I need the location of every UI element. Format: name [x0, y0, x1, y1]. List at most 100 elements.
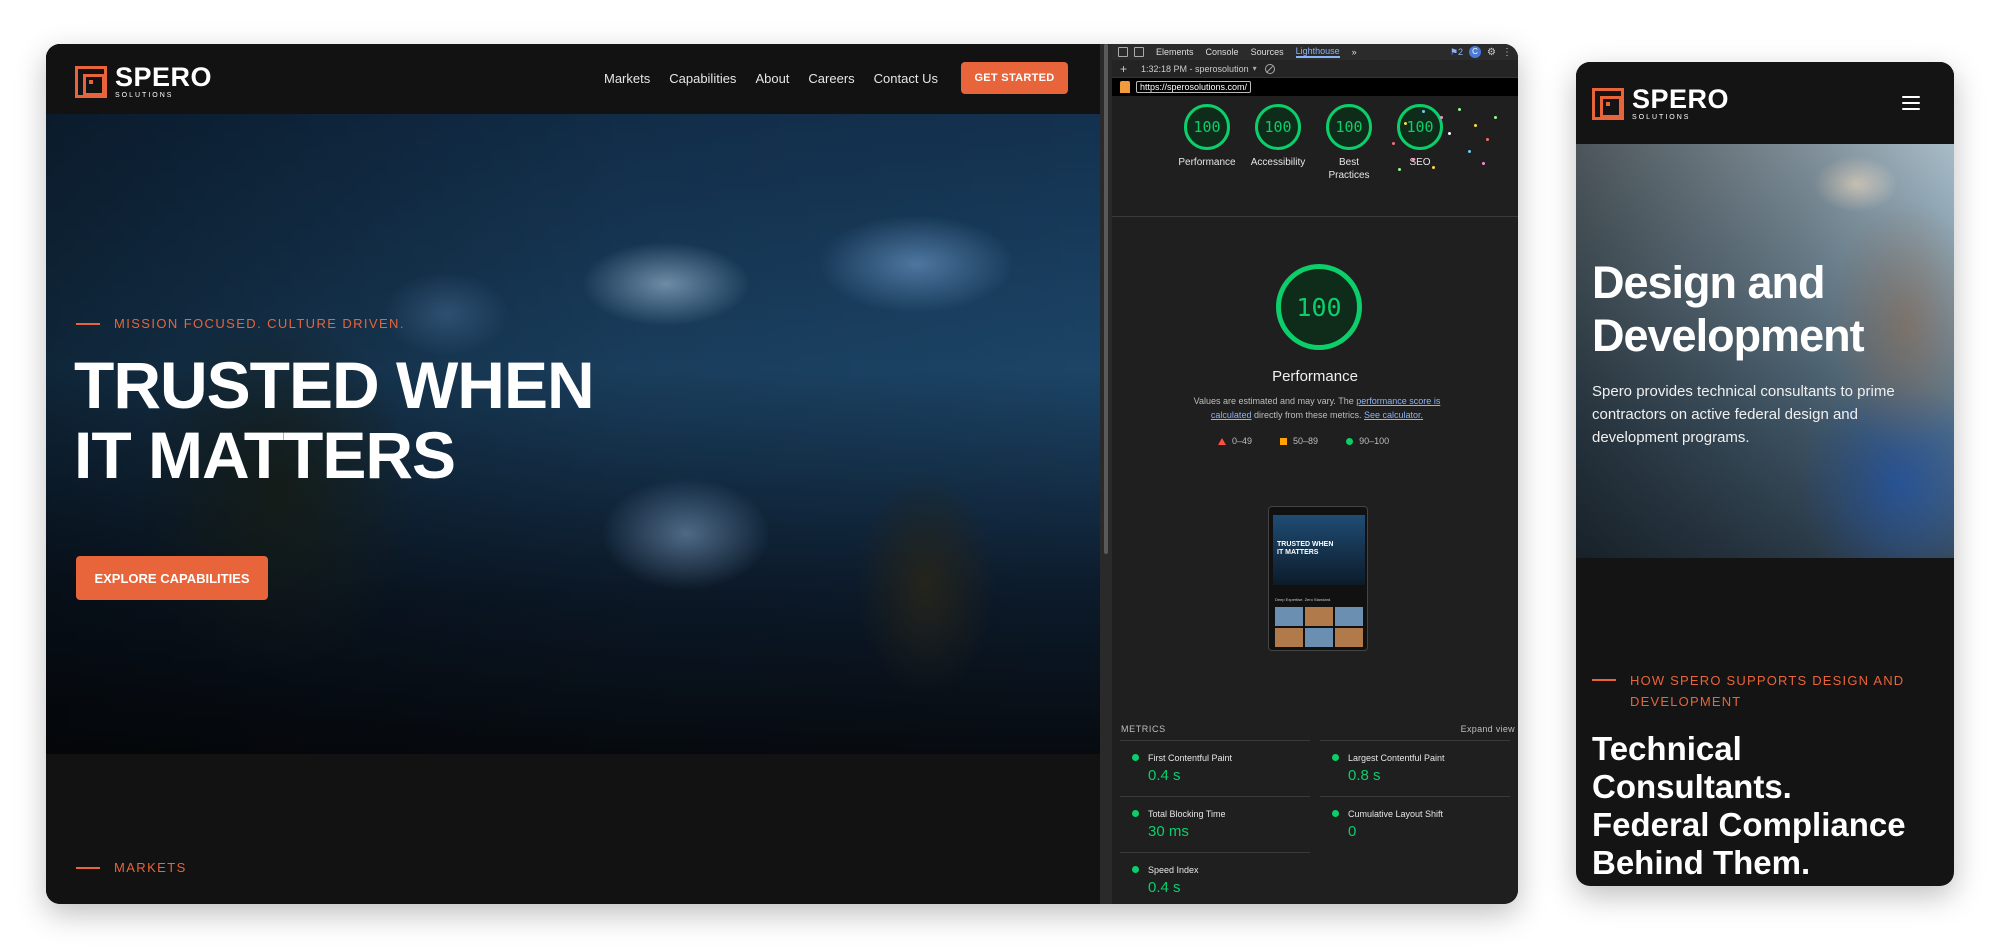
- hero-tagline: MISSION FOCUSED. CULTURE DRIVEN.: [76, 316, 405, 331]
- gauge-best-practices[interactable]: 100 Best Practices: [1326, 104, 1372, 182]
- inspect-element-icon[interactable]: [1118, 47, 1128, 57]
- spero-logo[interactable]: SPERO SOLUTIONS: [75, 64, 212, 99]
- pass-circle-icon: [1346, 437, 1354, 445]
- chevron-down-icon[interactable]: ▾: [1253, 64, 1257, 73]
- average-square-icon: [1280, 437, 1288, 445]
- explore-capabilities-button[interactable]: EXPLORE CAPABILITIES: [76, 556, 268, 600]
- new-report-plus-icon[interactable]: +: [1120, 62, 1127, 76]
- metric-value: 0.8 s: [1348, 767, 1381, 784]
- hero-title-line-1: TRUSTED WHEN: [74, 348, 595, 422]
- tab-lighthouse[interactable]: Lighthouse: [1295, 46, 1340, 58]
- markets-label: MARKETS: [114, 860, 187, 875]
- mobile-heading-line-3: Federal Compliance: [1592, 806, 1906, 843]
- main-nav: Markets Capabilities About Careers Conta…: [604, 71, 938, 86]
- devtools-tab-bar: Elements Console Sources Lighthouse » ⚑2…: [1112, 44, 1518, 60]
- devtools-divider: [1112, 216, 1518, 217]
- performance-description: Values are estimated and may vary. The p…: [1182, 394, 1452, 422]
- performance-heading: Performance: [1272, 368, 1358, 385]
- report-selector[interactable]: 1:32:18 PM - sperosolution: [1141, 64, 1249, 74]
- tab-sources[interactable]: Sources: [1251, 47, 1284, 57]
- pass-circle-icon: [1132, 866, 1139, 873]
- issues-badge[interactable]: ⚑2: [1450, 47, 1463, 58]
- spero-logo-icon: [1592, 87, 1624, 120]
- report-url-bar: https://sperosolutions.com/: [1112, 78, 1518, 96]
- tab-console[interactable]: Console: [1206, 47, 1239, 57]
- markets-section-label: MARKETS: [76, 860, 187, 875]
- gauge-accessibility[interactable]: 100 Accessibility: [1251, 104, 1305, 182]
- metric-value: 30 ms: [1148, 823, 1189, 840]
- metric-value: 0.4 s: [1148, 767, 1181, 784]
- logo-subtitle: SOLUTIONS: [1632, 114, 1691, 121]
- gauge-best-practices-score: 100: [1326, 104, 1372, 150]
- website-viewport: SPERO SOLUTIONS Markets Capabilities Abo…: [46, 44, 1100, 904]
- gauge-accessibility-label: Accessibility: [1250, 157, 1306, 168]
- final-screenshot-thumbnail[interactable]: TRUSTED WHEN IT MATTERS Deep Expertise. …: [1268, 506, 1368, 651]
- logo-subtitle: SOLUTIONS: [115, 92, 174, 99]
- pass-circle-icon: [1132, 810, 1139, 817]
- lighthouse-icon: [1120, 81, 1130, 93]
- nav-link-careers[interactable]: Careers: [808, 71, 854, 86]
- tab-elements[interactable]: Elements: [1156, 47, 1194, 57]
- thumbnail-title-line-1: TRUSTED WHEN: [1277, 541, 1334, 548]
- mobile-subheading: HOW SPERO SUPPORTS DESIGN AND DEVELOPMEN…: [1592, 670, 1932, 712]
- mobile-hero-description: Spero provides technical consultants to …: [1592, 383, 1895, 446]
- mobile-header: SPERO SOLUTIONS: [1576, 62, 1954, 144]
- thumbnail-caption: Deep Expertise. Zero Standard.: [1275, 597, 1332, 602]
- hamburger-menu-icon[interactable]: [1902, 96, 1920, 110]
- logo-name: SPERO: [1632, 84, 1730, 114]
- thumbnail-title: TRUSTED WHEN IT MATTERS: [1277, 541, 1333, 557]
- nav-link-markets[interactable]: Markets: [604, 71, 650, 86]
- markets-dash: [76, 866, 100, 869]
- legend-high: 90–100: [1359, 436, 1390, 446]
- metric-name: Speed Index: [1148, 865, 1199, 875]
- mobile-device-frame: SPERO SOLUTIONS Design and Development S…: [1576, 62, 1954, 886]
- mobile-hero-section: Design and Development Spero provides te…: [1576, 144, 1954, 558]
- gauge-accessibility-score: 100: [1255, 104, 1301, 150]
- metric-name: Largest Contentful Paint: [1348, 753, 1445, 763]
- desktop-browser-window: SPERO SOLUTIONS Markets Capabilities Abo…: [46, 44, 1518, 904]
- hero-tagline-text: MISSION FOCUSED. CULTURE DRIVEN.: [114, 316, 405, 331]
- nav-link-contact-us[interactable]: Contact Us: [874, 71, 938, 86]
- metric-name: Cumulative Layout Shift: [1348, 809, 1444, 819]
- see-calculator-link[interactable]: See calculator.: [1364, 410, 1423, 420]
- more-tabs-icon[interactable]: »: [1352, 47, 1357, 57]
- mobile-subheading-text: HOW SPERO SUPPORTS DESIGN AND DEVELOPMEN…: [1630, 673, 1905, 709]
- lighthouse-toolbar: + 1:32:18 PM - sperosolution ▾: [1112, 60, 1518, 78]
- pass-circle-icon: [1332, 810, 1339, 817]
- metric-name: Total Blocking Time: [1148, 809, 1226, 819]
- metric-cls: Cumulative Layout Shift 0: [1320, 796, 1510, 852]
- mobile-heading-line-1: Technical: [1592, 730, 1742, 767]
- more-options-icon[interactable]: ⋮: [1502, 47, 1512, 58]
- devtools-splitter[interactable]: [1100, 44, 1112, 904]
- expand-view-toggle[interactable]: Expand view: [1461, 724, 1515, 734]
- viewport-scrollbar[interactable]: [1104, 44, 1108, 554]
- legend-mid: 50–89: [1293, 436, 1319, 446]
- devtools-panel: Elements Console Sources Lighthouse » ⚑2…: [1112, 44, 1518, 904]
- gauge-performance[interactable]: 100 Performance: [1178, 104, 1236, 182]
- metric-lcp: Largest Contentful Paint 0.8 s: [1320, 740, 1510, 796]
- metric-fcp: First Contentful Paint 0.4 s: [1120, 740, 1310, 796]
- tagline-dash: [76, 322, 100, 325]
- metric-value: 0.4 s: [1148, 879, 1181, 896]
- mobile-hero-title-line-2: Development: [1592, 310, 1865, 361]
- desc-middle: directly from these metrics.: [1253, 410, 1362, 420]
- mobile-spero-logo[interactable]: SPERO SOLUTIONS: [1592, 86, 1729, 121]
- profile-avatar[interactable]: C: [1469, 46, 1482, 58]
- report-url[interactable]: https://sperosolutions.com/: [1136, 81, 1252, 93]
- legend-low: 0–49: [1232, 436, 1253, 446]
- nav-link-about[interactable]: About: [755, 71, 789, 86]
- metric-value: 0: [1348, 823, 1357, 840]
- desc-prefix: Values are estimated and may vary. The: [1193, 396, 1354, 406]
- settings-gear-icon[interactable]: ⚙: [1487, 47, 1496, 58]
- nav-link-capabilities[interactable]: Capabilities: [669, 71, 736, 86]
- clear-reports-icon[interactable]: [1264, 63, 1275, 74]
- pass-circle-icon: [1132, 754, 1139, 761]
- get-started-button[interactable]: GET STARTED: [961, 62, 1068, 94]
- mobile-heading-line-2: Consultants.: [1592, 768, 1792, 805]
- device-toolbar-icon[interactable]: [1134, 47, 1144, 57]
- metrics-label: METRICS: [1121, 724, 1166, 734]
- gauge-performance-label: Performance: [1178, 157, 1236, 168]
- hero-section: MISSION FOCUSED. CULTURE DRIVEN. TRUSTED…: [46, 114, 1100, 754]
- site-header: SPERO SOLUTIONS Markets Capabilities Abo…: [46, 44, 1100, 114]
- subheading-dash: [1592, 679, 1616, 681]
